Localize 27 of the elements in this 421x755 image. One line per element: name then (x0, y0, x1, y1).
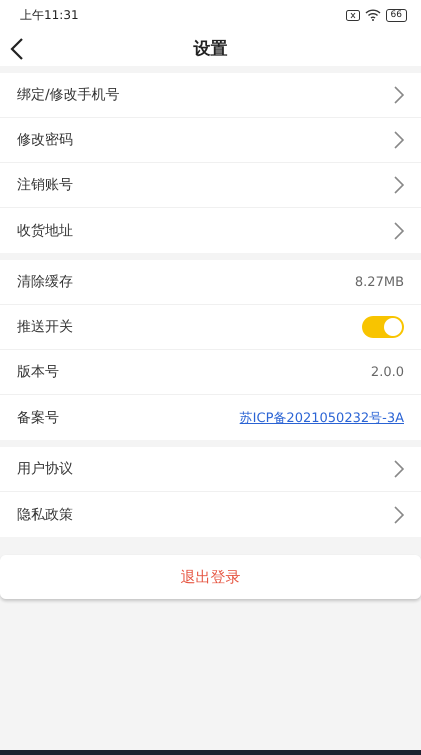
battery-level: 66 (386, 8, 407, 22)
chevron-icon (394, 460, 404, 478)
settings-row[interactable]: 修改密码 (0, 118, 421, 163)
row-value: 8.27MB (354, 274, 404, 290)
row-value: 2.0.0 (370, 364, 404, 380)
back-icon[interactable] (10, 38, 24, 60)
push-toggle[interactable] (362, 316, 404, 338)
logout-button[interactable]: 退出登录 (0, 555, 421, 599)
status-time: 上午11:31 (20, 6, 79, 24)
chevron-icon (394, 222, 404, 240)
chevron-icon (394, 506, 404, 524)
sim-icon (346, 10, 360, 20)
page-title: 设置 (194, 38, 228, 60)
settings-row[interactable]: 推送开关 (0, 305, 421, 350)
wifi-icon (364, 9, 381, 21)
settings-row[interactable]: 注销账号 (0, 163, 421, 208)
chevron-icon (394, 176, 404, 194)
settings-row[interactable]: 清除缓存 8.27MB (0, 260, 421, 305)
settings-row[interactable]: 隐私政策 (0, 492, 421, 537)
settings-row[interactable]: 版本号 2.0.0 (0, 350, 421, 395)
settings-row[interactable]: 备案号 苏ICP备2021050232号-3A (0, 395, 421, 440)
settings-row[interactable]: 绑定/修改手机号 (0, 73, 421, 118)
settings-row[interactable]: 用户协议 (0, 447, 421, 492)
chevron-icon (394, 131, 404, 149)
settings-row[interactable]: 收货地址 (0, 208, 421, 253)
filing-link[interactable]: 苏ICP备2021050232号-3A (240, 408, 404, 426)
chevron-icon (394, 86, 404, 104)
